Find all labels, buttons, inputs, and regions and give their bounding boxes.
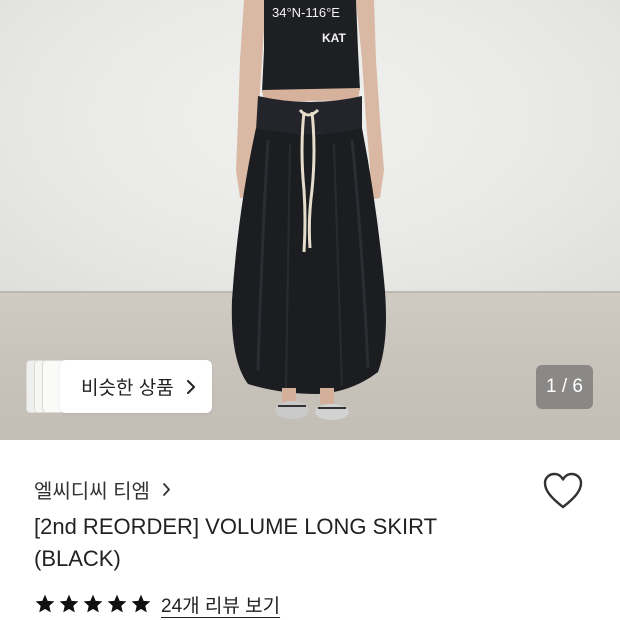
chevron-right-icon [186, 379, 195, 394]
star-icon [59, 594, 79, 613]
star-icon [107, 594, 127, 613]
star-icon [83, 594, 103, 613]
product-title: [2nd REORDER] VOLUME LONG SKIRT (BLACK) [34, 514, 437, 571]
chevron-right-icon [163, 482, 170, 496]
image-counter-badge: 1 / 6 [536, 365, 593, 409]
similar-items-button[interactable]: 비슷한 상품 [60, 360, 212, 413]
brand-name: 엘씨디씨 티엠 [34, 480, 150, 503]
shirt-print-label: KAT [322, 31, 346, 45]
similar-items-label: 비슷한 상품 [81, 378, 174, 399]
star-icon [35, 594, 55, 613]
star-rating [34, 593, 152, 615]
brand-link[interactable]: 엘씨디씨 티엠 [34, 474, 171, 504]
review-link[interactable]: 24개 리뷰 보기 [161, 591, 280, 618]
product-image-carousel[interactable]: 34°N-116°E KAT 비슷한 상품 1 / 6 [0, 0, 620, 440]
rating-row: 24개 리뷰 보기 [34, 591, 280, 617]
wishlist-heart-icon[interactable] [542, 471, 584, 511]
shirt-print-coordinates: 34°N-116°E [272, 5, 340, 20]
star-icon [131, 594, 151, 613]
